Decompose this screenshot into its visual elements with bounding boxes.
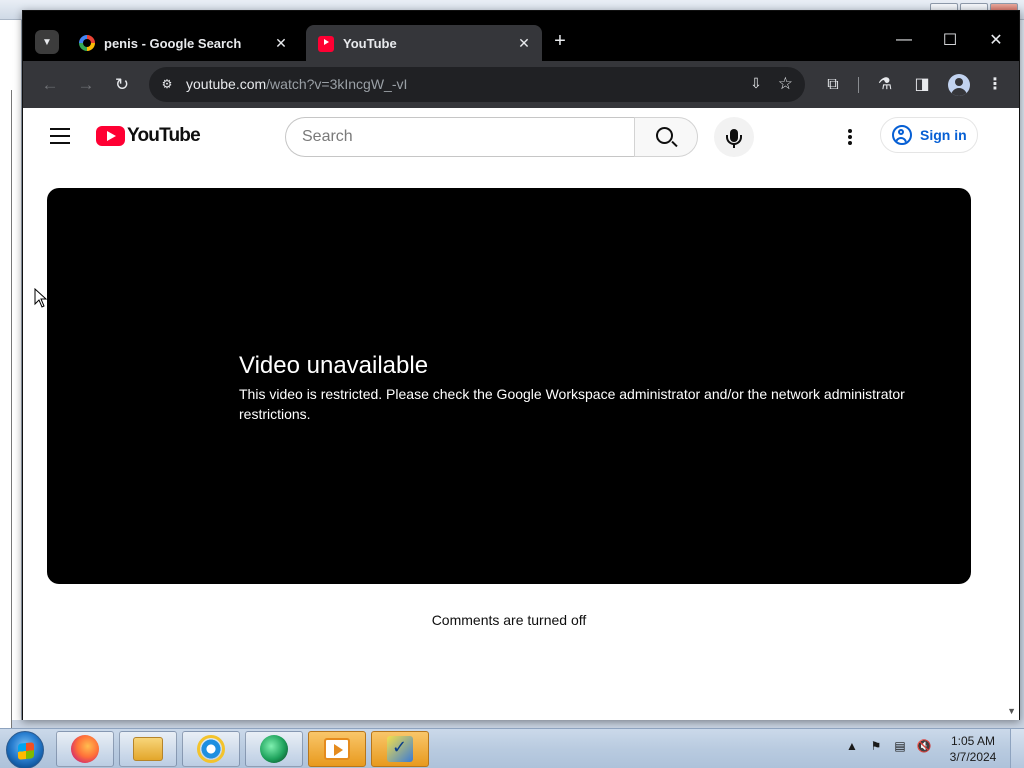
system-tray: ▲ ⚑ ▤ 🔇 <box>844 739 932 753</box>
minimize-button[interactable]: — <box>881 25 927 55</box>
side-panel-icon[interactable]: ◨ <box>911 74 933 96</box>
chat-app-icon <box>260 735 288 763</box>
youtube-logo-text: YouTube <box>127 125 201 146</box>
windows-logo-icon <box>18 742 34 760</box>
reload-icon[interactable]: ↻ <box>110 73 134 97</box>
windows-taskbar: ▲ ⚑ ▤ 🔇 1:05 AM 3/7/2024 <box>0 728 1024 768</box>
youtube-icon <box>318 36 334 52</box>
taskbar-chat-app[interactable] <box>245 731 303 767</box>
internet-explorer-icon <box>197 735 225 763</box>
browser-window: ▼ penis - Google Search ✕ YouTube ✕ + — … <box>22 10 1020 720</box>
site-info-icon[interactable]: ⚙ <box>159 76 175 92</box>
search-input[interactable]: Search <box>285 117 635 157</box>
comments-status: Comments are turned off <box>431 612 587 628</box>
show-desktop-button[interactable] <box>1010 729 1024 768</box>
tab-search-button[interactable]: ▼ <box>35 30 59 54</box>
address-bar[interactable]: ⚙ youtube.com/watch?v=3kIncgW_-vI ⇩ ☆ <box>149 67 805 102</box>
youtube-play-icon <box>96 126 125 146</box>
sign-in-label: Sign in <box>920 127 967 143</box>
network-icon[interactable]: ▤ <box>892 739 908 753</box>
menu-kebab-icon[interactable]: ⋮ <box>984 74 1006 96</box>
taskbar-media-player[interactable] <box>308 731 366 767</box>
background-window-pane <box>0 90 12 730</box>
search-button[interactable] <box>634 117 698 157</box>
chevron-down-icon: ▼ <box>42 36 52 48</box>
browser-toolbar: ← → ↻ ⚙ youtube.com/watch?v=3kIncgW_-vI … <box>23 61 1019 108</box>
tab-title: YouTube <box>343 35 397 51</box>
settings-kebab-icon[interactable] <box>840 127 860 147</box>
player-error-message: Video unavailable This video is restrict… <box>239 352 949 424</box>
checklist-app-icon <box>387 736 413 762</box>
search-icon <box>656 127 673 144</box>
tab-strip: ▼ penis - Google Search ✕ YouTube ✕ + — … <box>23 11 1019 61</box>
video-player[interactable]: Video unavailable This video is restrict… <box>47 188 971 584</box>
extensions-icon[interactable]: ⧉ <box>822 74 844 96</box>
volume-muted-icon[interactable]: 🔇 <box>916 739 932 753</box>
account-circle-icon <box>892 125 912 145</box>
clock-time: 1:05 AM <box>950 734 996 748</box>
clock-date: 3/7/2024 <box>949 750 997 764</box>
url-text[interactable]: youtube.com/watch?v=3kIncgW_-vI <box>186 76 407 92</box>
hamburger-menu-icon[interactable] <box>50 128 70 144</box>
close-window-button[interactable]: ✕ <box>973 25 1019 55</box>
tab-title: penis - Google Search <box>104 35 242 51</box>
toolbar-separator <box>858 77 859 93</box>
labs-flask-icon[interactable]: ⚗ <box>874 74 896 96</box>
taskbar-file-explorer[interactable] <box>119 731 177 767</box>
tab-google-search[interactable]: penis - Google Search ✕ <box>67 25 299 61</box>
firefox-icon <box>71 735 99 763</box>
show-hidden-icons[interactable]: ▲ <box>844 739 860 753</box>
sign-in-button[interactable]: Sign in <box>880 117 978 153</box>
taskbar-firefox[interactable] <box>56 731 114 767</box>
google-icon <box>79 35 95 51</box>
maximize-button[interactable]: ☐ <box>927 25 973 55</box>
close-icon[interactable]: ✕ <box>273 35 289 52</box>
youtube-page: YouTube Search Sign in Video unavailable… <box>23 108 1019 720</box>
close-icon[interactable]: ✕ <box>516 35 532 52</box>
voice-search-button[interactable] <box>714 117 754 157</box>
background-window-edge <box>0 20 22 730</box>
bookmark-star-icon[interactable]: ☆ <box>778 74 793 94</box>
scroll-down-arrow-icon[interactable]: ▼ <box>1007 706 1016 716</box>
install-app-icon[interactable]: ⇩ <box>747 75 765 93</box>
start-button[interactable] <box>6 731 44 768</box>
back-icon[interactable]: ← <box>38 73 62 97</box>
file-explorer-icon <box>133 737 163 761</box>
youtube-header: YouTube Search Sign in <box>23 108 1019 164</box>
player-error-title: Video unavailable <box>239 352 429 379</box>
forward-icon[interactable]: → <box>74 73 98 97</box>
tab-youtube[interactable]: YouTube ✕ <box>306 25 542 61</box>
window-controls: — ☐ ✕ <box>881 25 1019 55</box>
action-center-flag-icon[interactable]: ⚑ <box>868 739 884 753</box>
profile-avatar-icon[interactable] <box>948 74 970 96</box>
url-path: /watch?v=3kIncgW_-vI <box>266 76 408 92</box>
microphone-icon <box>726 128 742 148</box>
youtube-logo[interactable]: YouTube <box>96 125 201 147</box>
taskbar-checklist-app[interactable] <box>371 731 429 767</box>
system-clock[interactable]: 1:05 AM 3/7/2024 <box>942 733 1004 765</box>
new-tab-button[interactable]: + <box>549 31 571 53</box>
url-host: youtube.com <box>186 76 267 92</box>
mouse-cursor-icon <box>34 288 48 308</box>
media-player-icon <box>324 738 350 760</box>
taskbar-internet-explorer[interactable] <box>182 731 240 767</box>
player-error-detail: This video is restricted. Please check t… <box>239 386 905 422</box>
